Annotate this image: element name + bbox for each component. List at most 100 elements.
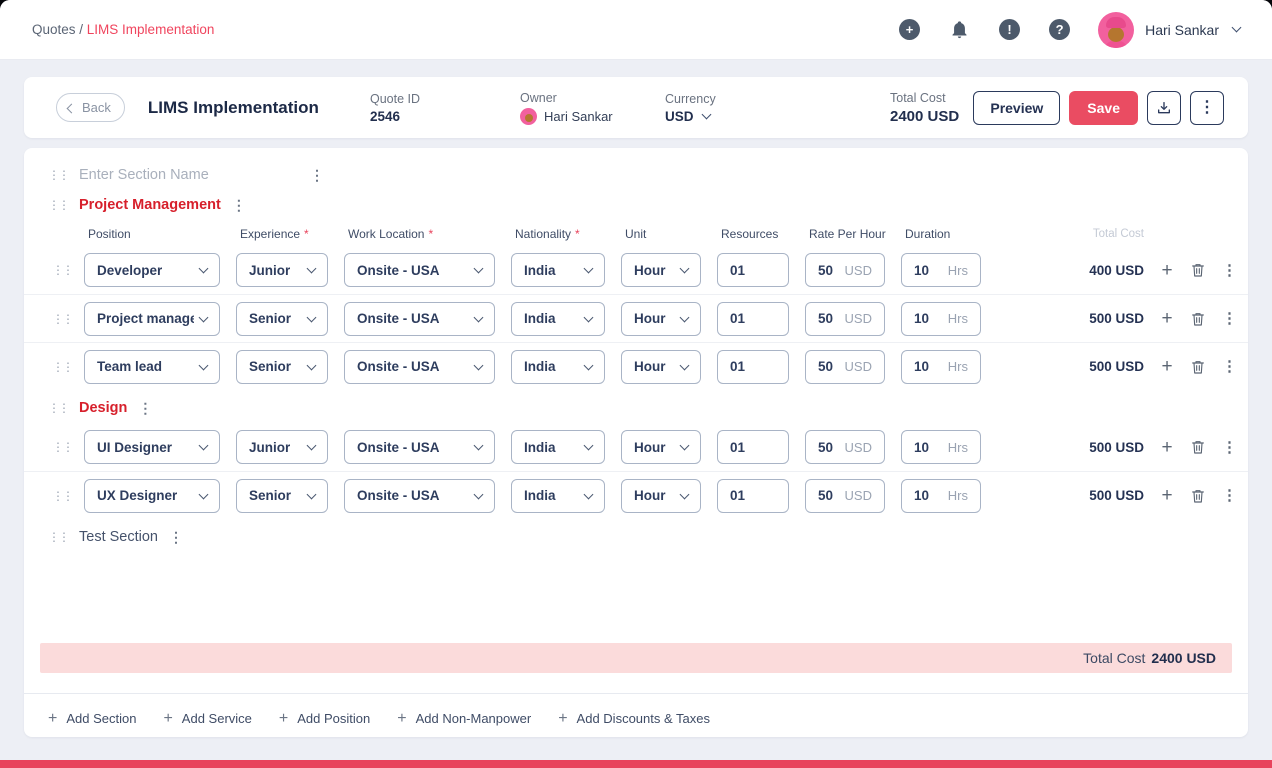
duration-input[interactable]: 10Hrs <box>901 253 981 287</box>
nationality-select[interactable]: India <box>511 302 605 336</box>
experience-select[interactable]: Senior <box>236 350 328 384</box>
chevron-left-icon <box>67 103 77 113</box>
section-kebab-menu-icon[interactable]: ⋮ <box>138 401 152 415</box>
unit-select[interactable]: Hour <box>621 479 701 513</box>
work-location-select[interactable]: Onsite - USA <box>344 350 495 384</box>
drag-handle-icon[interactable]: ⋮⋮ <box>48 169 68 181</box>
unit-select[interactable]: Hour <box>621 302 701 336</box>
drag-handle-icon[interactable]: ⋮⋮ <box>52 361 68 373</box>
work-location-select[interactable]: Onsite - USA <box>344 430 495 464</box>
nationality-select[interactable]: India <box>511 350 605 384</box>
currency-label: Currency <box>665 92 716 106</box>
experience-select[interactable]: Junior <box>236 253 328 287</box>
add-section-button[interactable]: + Add Section <box>48 711 136 727</box>
duration-input[interactable]: 10Hrs <box>901 430 981 464</box>
section-title[interactable]: Design <box>79 400 127 416</box>
row-total-cost: 500 USD <box>997 488 1144 503</box>
section-kebab-menu-icon[interactable]: ⋮ <box>232 198 246 212</box>
add-service-button[interactable]: + Add Service <box>163 711 251 727</box>
drag-handle-icon[interactable]: ⋮⋮ <box>52 490 68 502</box>
nationality-select[interactable]: India <box>511 430 605 464</box>
resources-input[interactable]: 01 <box>717 350 789 384</box>
experience-select[interactable]: Junior <box>236 430 328 464</box>
duration-input[interactable]: 10Hrs <box>901 302 981 336</box>
position-select[interactable]: UI Designer <box>84 430 220 464</box>
delete-row-icon[interactable] <box>1190 359 1206 375</box>
drag-handle-icon[interactable]: ⋮⋮ <box>48 199 68 211</box>
duration-input[interactable]: 10Hrs <box>901 350 981 384</box>
delete-row-icon[interactable] <box>1190 262 1206 278</box>
rate-per-hour-input[interactable]: 50USD <box>805 350 885 384</box>
user-avatar[interactable] <box>1098 12 1134 48</box>
section-kebab-menu-icon[interactable]: ⋮ <box>310 168 324 182</box>
experience-select[interactable]: Senior <box>236 479 328 513</box>
section-title[interactable]: Project Management <box>79 197 221 213</box>
save-button[interactable]: Save <box>1069 91 1138 125</box>
add-row-icon[interactable]: + <box>1160 309 1174 328</box>
position-select[interactable]: Team lead <box>84 350 220 384</box>
resources-input[interactable]: 01 <box>717 430 789 464</box>
drag-handle-icon[interactable]: ⋮⋮ <box>52 441 68 453</box>
row-kebab-menu-icon[interactable]: ⋮ <box>1222 488 1230 503</box>
rate-per-hour-input[interactable]: 50USD <box>805 302 885 336</box>
quote-header-card: Back LIMS Implementation Quote ID 2546 O… <box>24 77 1248 138</box>
row-kebab-menu-icon[interactable]: ⋮ <box>1222 440 1230 455</box>
add-row-icon[interactable]: + <box>1160 438 1174 457</box>
position-select[interactable]: UX Designer <box>84 479 220 513</box>
add-row-icon[interactable]: + <box>1160 261 1174 280</box>
row-total-cost: 500 USD <box>997 359 1144 374</box>
currency-select[interactable]: USD <box>665 109 716 124</box>
user-menu-chevron-down-icon[interactable] <box>1232 23 1242 33</box>
rate-per-hour-input[interactable]: 50USD <box>805 479 885 513</box>
add-row-icon[interactable]: + <box>1160 357 1174 376</box>
notifications-icon[interactable] <box>949 19 970 40</box>
row-kebab-menu-icon[interactable]: ⋮ <box>1222 359 1230 374</box>
rate-per-hour-input[interactable]: 50USD <box>805 430 885 464</box>
download-button[interactable] <box>1147 91 1181 125</box>
position-select[interactable]: Developer <box>84 253 220 287</box>
add-discounts-taxes-button[interactable]: + Add Discounts & Taxes <box>558 711 710 727</box>
section-kebab-menu-icon[interactable]: ⋮ <box>169 530 183 544</box>
breadcrumb-quotes-link[interactable]: Quotes / <box>32 22 83 37</box>
unit-select[interactable]: Hour <box>621 430 701 464</box>
create-new-icon[interactable]: + <box>899 19 920 40</box>
add-non-manpower-button[interactable]: + Add Non-Manpower <box>397 711 531 727</box>
row-kebab-menu-icon[interactable]: ⋮ <box>1222 311 1230 326</box>
new-section-row: ⋮⋮ ⋮ <box>24 160 1248 190</box>
delete-row-icon[interactable] <box>1190 488 1206 504</box>
header-more-options-button[interactable]: ⋮ <box>1190 91 1224 125</box>
section-title[interactable]: Test Section <box>79 529 158 545</box>
unit-select[interactable]: Hour <box>621 253 701 287</box>
resources-input[interactable]: 01 <box>717 302 789 336</box>
duration-input[interactable]: 10Hrs <box>901 479 981 513</box>
position-select[interactable]: Project manager <box>84 302 220 336</box>
resources-input[interactable]: 01 <box>717 253 789 287</box>
work-location-select[interactable]: Onsite - USA <box>344 302 495 336</box>
help-icon[interactable]: ? <box>1049 19 1070 40</box>
preview-button[interactable]: Preview <box>973 91 1060 125</box>
add-row-icon[interactable]: + <box>1160 486 1174 505</box>
column-resources: Resources <box>721 227 789 241</box>
work-location-select[interactable]: Onsite - USA <box>344 479 495 513</box>
alerts-icon[interactable]: ! <box>999 19 1020 40</box>
nationality-select[interactable]: India <box>511 479 605 513</box>
work-location-select[interactable]: Onsite - USA <box>344 253 495 287</box>
drag-handle-icon[interactable]: ⋮⋮ <box>52 264 68 276</box>
unit-select[interactable]: Hour <box>621 350 701 384</box>
row-kebab-menu-icon[interactable]: ⋮ <box>1222 263 1230 278</box>
drag-handle-icon[interactable]: ⋮⋮ <box>48 531 68 543</box>
back-button[interactable]: Back <box>56 93 125 122</box>
column-position: Position <box>88 227 220 241</box>
delete-row-icon[interactable] <box>1190 439 1206 455</box>
drag-handle-icon[interactable]: ⋮⋮ <box>52 313 68 325</box>
delete-row-icon[interactable] <box>1190 311 1206 327</box>
resources-input[interactable]: 01 <box>717 479 789 513</box>
drag-handle-icon[interactable]: ⋮⋮ <box>48 402 68 414</box>
section-name-input[interactable] <box>79 167 299 183</box>
experience-select[interactable]: Senior <box>236 302 328 336</box>
add-position-button[interactable]: + Add Position <box>279 711 370 727</box>
grand-total-label: Total Cost <box>1083 650 1145 666</box>
rate-per-hour-input[interactable]: 50USD <box>805 253 885 287</box>
nationality-select[interactable]: India <box>511 253 605 287</box>
required-marker: * <box>428 227 433 241</box>
